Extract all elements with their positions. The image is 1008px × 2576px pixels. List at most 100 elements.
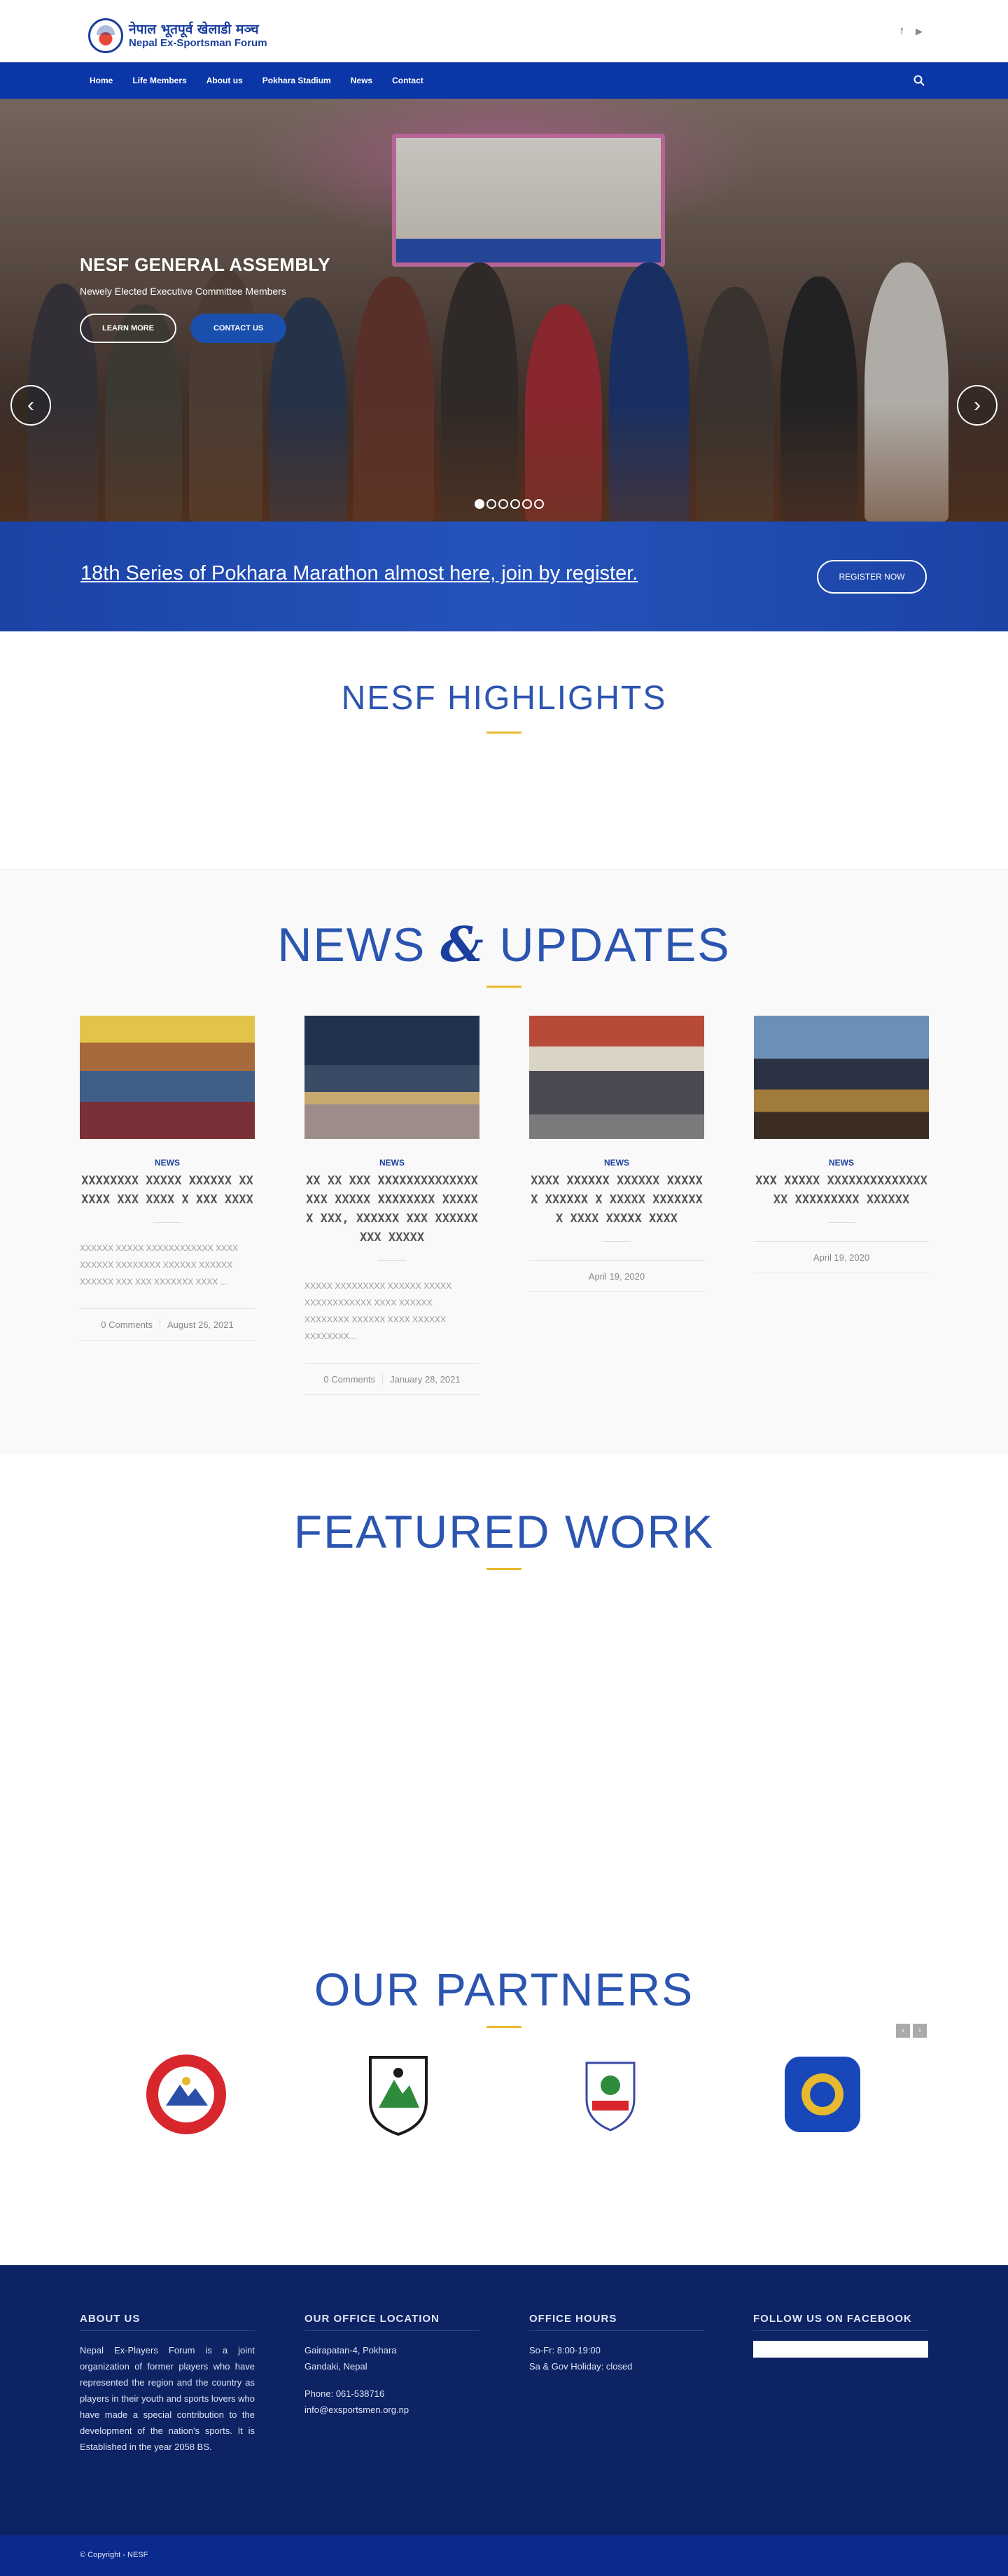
news-excerpt: ХХХХХХ ХХХХХ ХХХХХХХХХХХХ ХХХХ ХХХХХХ ХХ… <box>80 1243 239 1287</box>
post-date: August 26, 2021 <box>167 1319 234 1330</box>
search-icon[interactable] <box>913 74 925 87</box>
hero-slider: NESF GENERAL ASSEMBLY Newely Elected Exe… <box>0 99 1008 522</box>
post-date: April 19, 2020 <box>813 1252 870 1263</box>
office-phone[interactable]: Phone: 061-538716 <box>304 2388 384 2399</box>
news-category[interactable]: NEWS <box>80 1158 255 1168</box>
footer-hours-title: OFFICE HOURS <box>529 2313 704 2331</box>
footer-facebook-title: FOLLOW US ON FACEBOOK <box>753 2313 928 2331</box>
site-logo[interactable]: नेपाल भूतपूर्व खेलाडी मञ्च Nepal Ex-Spor… <box>88 18 267 53</box>
youtube-icon[interactable]: ▶ <box>916 26 923 37</box>
footer-office: OUR OFFICE LOCATION Gairapatan-4, Pokhar… <box>304 2313 479 2418</box>
copyright-text: © Copyright - NESF <box>80 2551 148 2559</box>
news-divider <box>378 1260 406 1261</box>
slider-dot[interactable] <box>522 499 532 509</box>
contact-us-button[interactable]: CONTACT US <box>190 314 287 343</box>
nav-home[interactable]: Home <box>90 76 113 85</box>
slider-dot[interactable] <box>498 499 508 509</box>
news-category[interactable]: NEWS <box>304 1158 479 1168</box>
partner-logo-1[interactable] <box>80 2052 292 2136</box>
news-section: NEWS & UPDATES NEWS ХХХХХХХХ ХХХХХ ХХХХХ… <box>0 869 1008 1455</box>
partner-logo-2[interactable] <box>292 2052 504 2136</box>
news-title-part-1: NEWS <box>277 918 426 972</box>
partner-emblem-red-icon <box>146 2054 226 2134</box>
news-card: NEWS ХХХ ХХХХХ ХХХХХХХХХХХХХХХХ ХХХХХХХХ… <box>754 1016 929 1395</box>
news-title-part-2: UPDATES <box>499 918 731 972</box>
footer-about-title: ABOUT US <box>80 2313 255 2331</box>
office-email[interactable]: info@exsportsmen.org.np <box>304 2404 409 2415</box>
partner-shield-green-icon <box>368 2056 428 2136</box>
partners-title: OUR PARTNERS <box>314 1963 694 2015</box>
partner-logos <box>80 2052 928 2136</box>
news-meta: 0 Comments August 26, 2021 <box>80 1308 255 1340</box>
register-now-button[interactable]: REGISTER NOW <box>817 560 927 594</box>
logo-emblem-icon <box>88 18 123 53</box>
slider-pagination <box>475 499 544 509</box>
chevron-right-icon[interactable]: › <box>913 2024 927 2038</box>
copyright-bar: © Copyright - NESF <box>0 2535 1008 2576</box>
hours-holidays: Sa & Gov Holiday: closed <box>529 2361 633 2372</box>
news-meta: April 19, 2020 <box>529 1260 704 1292</box>
news-divider <box>153 1222 181 1223</box>
highlights-title: NESF HIGHLIGHTS <box>341 680 667 717</box>
news-category[interactable]: NEWS <box>529 1158 704 1168</box>
chevron-left-icon[interactable]: ‹ <box>896 2024 910 2038</box>
partner-logo-3[interactable] <box>504 2052 716 2136</box>
news-meta: 0 Comments January 28, 2021 <box>304 1363 479 1395</box>
news-thumbnail[interactable] <box>304 1016 479 1139</box>
news-category[interactable]: NEWS <box>754 1158 929 1168</box>
partners-carousel-nav: ‹ › <box>896 2024 927 2038</box>
facebook-icon[interactable]: f <box>900 26 903 37</box>
title-divider <box>486 1568 522 1570</box>
nav-life-members[interactable]: Life Members <box>132 76 186 85</box>
nav-pokhara-stadium[interactable]: Pokhara Stadium <box>262 76 331 85</box>
title-divider <box>486 2026 522 2028</box>
news-card: NEWS ХХ ХХ ХХХ ХХХХХХХХХХХХХХХХХ ХХХХХ Х… <box>304 1016 479 1395</box>
news-heading[interactable]: ХХ ХХ ХХХ ХХХХХХХХХХХХХХХХХ ХХХХХ ХХХХХХ… <box>304 1172 479 1247</box>
comment-count[interactable]: 0 Comments <box>323 1374 375 1385</box>
logo-nepali-name: नेपाल भूतपूर्व खेलाडी मञ्च <box>129 22 259 37</box>
news-heading[interactable]: ХХХХХХХХ ХХХХХ ХХХХХХ ХХХХХХ ХХХ ХХХХ Х … <box>80 1172 255 1210</box>
learn-more-button[interactable]: LEARN MORE <box>80 314 176 343</box>
nav-news[interactable]: News <box>351 76 372 85</box>
partners-section: OUR PARTNERS ‹ › <box>0 1963 1008 2265</box>
footer-hours: OFFICE HOURS So-Fr: 8:00-19:00 Sa & Gov … <box>529 2313 704 2374</box>
site-header: नेपाल भूतपूर्व खेलाडी मञ्च Nepal Ex-Spor… <box>0 0 1008 99</box>
slider-next-arrow-icon[interactable]: › <box>957 385 997 426</box>
office-address-line-1: Gairapatan-4, Pokhara <box>304 2345 397 2356</box>
news-heading[interactable]: ХХХХ ХХХХХХ ХХХХХХ ХХХХХХ ХХХХХХ Х ХХХХХ… <box>529 1172 704 1228</box>
title-divider <box>486 986 522 988</box>
news-heading[interactable]: ХХХ ХХХХХ ХХХХХХХХХХХХХХХХ ХХХХХХХХХ ХХХ… <box>754 1172 929 1210</box>
slider-dot[interactable] <box>510 499 520 509</box>
facebook-widget[interactable] <box>753 2341 928 2358</box>
nav-about-us[interactable]: About us <box>206 76 243 85</box>
hero-subtitle: Newely Elected Executive Committee Membe… <box>80 286 286 297</box>
news-thumbnail[interactable] <box>529 1016 704 1139</box>
footer-about: ABOUT US Nepal Ex-Players Forum is a joi… <box>80 2313 255 2455</box>
social-links: f ▶ <box>900 26 923 37</box>
marathon-register-link[interactable]: 18th Series of Pokhara Marathon almost h… <box>80 562 638 585</box>
news-title-ampersand: & <box>440 917 485 973</box>
footer-office-title: OUR OFFICE LOCATION <box>304 2313 479 2331</box>
featured-work-title: FEATURED WORK <box>293 1506 715 1558</box>
partner-shield-scp-icon <box>585 2062 635 2132</box>
news-thumbnail[interactable] <box>754 1016 929 1139</box>
partner-logo-4[interactable] <box>716 2052 928 2136</box>
slider-prev-arrow-icon[interactable]: ‹ <box>10 385 51 426</box>
partner-emblem-blue-icon <box>784 2057 860 2132</box>
nav-contact[interactable]: Contact <box>392 76 424 85</box>
slider-dot[interactable] <box>486 499 496 509</box>
news-thumbnail[interactable] <box>80 1016 255 1139</box>
news-card: NEWS ХХХХ ХХХХХХ ХХХХХХ ХХХХХХ ХХХХХХ Х … <box>529 1016 704 1395</box>
post-date: January 28, 2021 <box>390 1373 461 1385</box>
hero-title: NESF GENERAL ASSEMBLY <box>80 254 330 275</box>
logo-text: नेपाल भूतपूर्व खेलाडी मञ्च Nepal Ex-Spor… <box>129 22 267 50</box>
comment-count[interactable]: 0 Comments <box>101 1320 153 1330</box>
post-date: April 19, 2020 <box>588 1270 645 1282</box>
news-title: NEWS & UPDATES <box>0 917 1008 973</box>
news-excerpt: ХХХХХ ХХХХХХХХХ ХХХХХХ ХХХХХ ХХХХХХХХХХХ… <box>304 1281 452 1341</box>
top-bar: नेपाल भूतपूर्व खेलाडी मञ्च Nepal Ex-Spor… <box>0 0 1008 62</box>
slider-dot[interactable] <box>534 499 544 509</box>
hours-weekdays: So-Fr: 8:00-19:00 <box>529 2345 601 2356</box>
news-divider <box>827 1222 855 1223</box>
slider-dot[interactable] <box>475 499 484 509</box>
